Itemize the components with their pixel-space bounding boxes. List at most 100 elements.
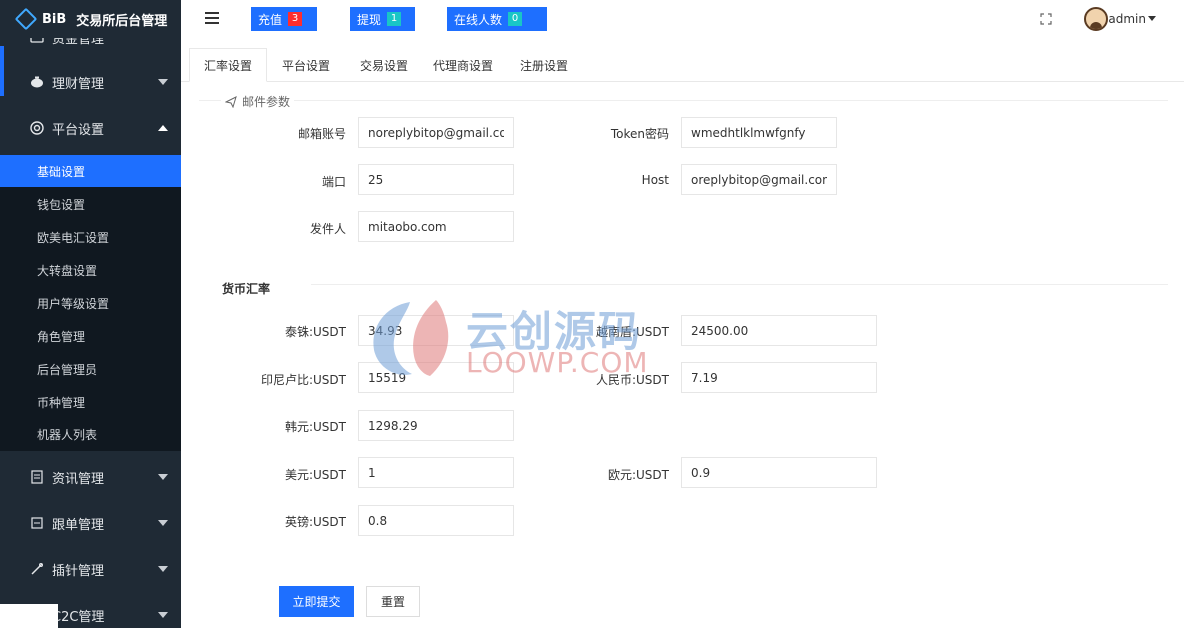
sidebar-group-label: 插针管理 (52, 563, 105, 579)
user-name[interactable]: admin (1108, 12, 1146, 26)
recharge-label: 充值 (258, 12, 283, 27)
thb-rate-field[interactable] (358, 315, 514, 346)
sidebar-item-user-level[interactable]: 用户等级设置 (0, 287, 181, 319)
token-field[interactable] (681, 117, 837, 148)
host-field[interactable] (681, 164, 837, 195)
chevron-down-icon (158, 612, 168, 618)
tab-platform[interactable]: 平台设置 (270, 48, 342, 82)
krw-rate-label: 韩元:USDT (284, 420, 346, 434)
sidebar-item-basic-settings[interactable]: 基础设置 (0, 155, 181, 187)
thb-rate-label: 泰铢:USDT (284, 325, 346, 339)
eur-rate-label: 欧元:USDT (607, 468, 669, 482)
sidebar-group-needle[interactable]: 插针管理 (0, 546, 181, 592)
idr-rate-label: 印尼卢比:USDT (260, 373, 346, 387)
settings-icon (30, 121, 44, 135)
tab-exchange-rate[interactable]: 汇率设置 (189, 48, 267, 82)
recharge-count-badge: 3 (288, 12, 303, 26)
overlay-patch (0, 604, 58, 628)
main-content: 邮件参数 邮箱账号 Token密码 端口 Host 发件人 货币汇率 泰铢:US… (181, 82, 1184, 628)
sidebar-item-wheel-settings[interactable]: 大转盘设置 (0, 254, 181, 286)
sidebar-item-admins[interactable]: 后台管理员 (0, 353, 181, 385)
token-label: Token密码 (610, 127, 669, 141)
cny-rate-field[interactable] (681, 362, 877, 393)
logo-mark-icon (14, 7, 38, 31)
tab-label: 汇率设置 (203, 58, 252, 73)
gbp-rate-field[interactable] (358, 505, 514, 536)
online-users-button[interactable]: 在线人数 0 (447, 7, 547, 31)
sender-field[interactable] (358, 211, 514, 242)
tab-agent[interactable]: 代理商设置 (426, 48, 500, 82)
idr-rate-field[interactable] (358, 362, 514, 393)
sidebar-group-label: 跟单管理 (52, 517, 105, 533)
chevron-up-icon (158, 125, 168, 131)
mail-legend-text: 邮件参数 (242, 95, 291, 109)
sidebar-item-roles[interactable]: 角色管理 (0, 320, 181, 352)
sidebar: 资金管理 BiB 交易所后台管理 理财管理 平台设置 基础设置 钱包设置 欧美电… (0, 0, 181, 628)
online-users-count-badge: 0 (508, 12, 523, 26)
email-account-field[interactable] (358, 117, 514, 148)
app-logo[interactable]: BiB 交易所后台管理 (0, 0, 181, 38)
sidebar-item-label: 后台管理员 (37, 362, 98, 377)
chevron-down-icon (158, 79, 168, 85)
sidebar-item-robots[interactable]: 机器人列表 (0, 418, 181, 450)
sidebar-item-wire-settings[interactable]: 欧美电汇设置 (0, 221, 181, 253)
cny-rate-label: 人民币:USDT (595, 373, 669, 387)
sidebar-item-label: 基础设置 (37, 164, 86, 179)
tab-label: 注册设置 (519, 58, 568, 73)
tab-trade[interactable]: 交易设置 (348, 48, 420, 82)
tab-bar: 汇率设置 平台设置 交易设置 代理商设置 注册设置 (181, 46, 1184, 82)
host-label: Host (641, 173, 669, 187)
eur-rate-field[interactable] (681, 457, 877, 488)
gbp-rate-label: 英镑:USDT (284, 515, 346, 529)
sidebar-group-copytrade[interactable]: 跟单管理 (0, 500, 181, 546)
fieldset-divider (199, 100, 1168, 101)
app-title: 交易所后台管理 (76, 13, 168, 29)
online-users-label: 在线人数 (454, 12, 503, 27)
tab-label: 平台设置 (281, 58, 330, 73)
tab-register[interactable]: 注册设置 (508, 48, 580, 82)
sidebar-item-label: 大转盘设置 (37, 263, 98, 278)
recharge-button[interactable]: 充值 3 (251, 7, 317, 31)
needle-icon (30, 562, 44, 576)
sidebar-group-platform[interactable]: 平台设置 (0, 105, 181, 151)
chevron-down-icon (158, 566, 168, 572)
tab-label: 代理商设置 (432, 58, 493, 73)
menu-toggle-icon[interactable] (205, 12, 219, 24)
news-icon (30, 470, 44, 484)
send-icon (225, 95, 237, 108)
sidebar-group-news[interactable]: 资讯管理 (0, 454, 181, 500)
withdraw-button[interactable]: 提现 1 (350, 7, 415, 31)
rates-section-title: 货币汇率 (222, 282, 271, 296)
vnd-rate-field[interactable] (681, 315, 877, 346)
sidebar-item-label: 用户等级设置 (37, 296, 110, 311)
logo-text: BiB (42, 11, 67, 27)
copy-trade-icon (30, 516, 44, 530)
sidebar-item-label: 欧美电汇设置 (37, 230, 110, 245)
section-divider (311, 284, 1168, 285)
sidebar-item-label: 钱包设置 (37, 197, 86, 212)
sidebar-item-currencies[interactable]: 币种管理 (0, 386, 181, 418)
sidebar-item-label: 角色管理 (37, 329, 86, 344)
krw-rate-field[interactable] (358, 410, 514, 441)
sidebar-group-finance[interactable]: 理财管理 (0, 59, 181, 105)
tab-label: 交易设置 (359, 58, 408, 73)
chevron-down-icon (158, 520, 168, 526)
withdraw-label: 提现 (357, 12, 382, 27)
port-field[interactable] (358, 164, 514, 195)
port-label: 端口 (321, 175, 346, 189)
usd-rate-field[interactable] (358, 457, 514, 488)
piggy-bank-icon (30, 75, 44, 89)
chevron-down-icon[interactable] (1148, 16, 1156, 21)
sidebar-group-label: 资讯管理 (52, 471, 105, 487)
submit-button[interactable]: 立即提交 (279, 586, 354, 617)
vnd-rate-label: 越南盾:USDT (595, 325, 669, 339)
sidebar-item-label: 币种管理 (37, 395, 86, 410)
avatar[interactable] (1084, 7, 1108, 31)
chevron-down-icon (158, 474, 168, 480)
email-account-label: 邮箱账号 (297, 127, 346, 141)
reset-button[interactable]: 重置 (366, 586, 420, 617)
mail-legend: 邮件参数 (221, 93, 295, 110)
sidebar-item-wallet-settings[interactable]: 钱包设置 (0, 188, 181, 220)
sidebar-group-label: C2C管理 (52, 609, 105, 625)
fullscreen-icon[interactable] (1040, 13, 1052, 25)
